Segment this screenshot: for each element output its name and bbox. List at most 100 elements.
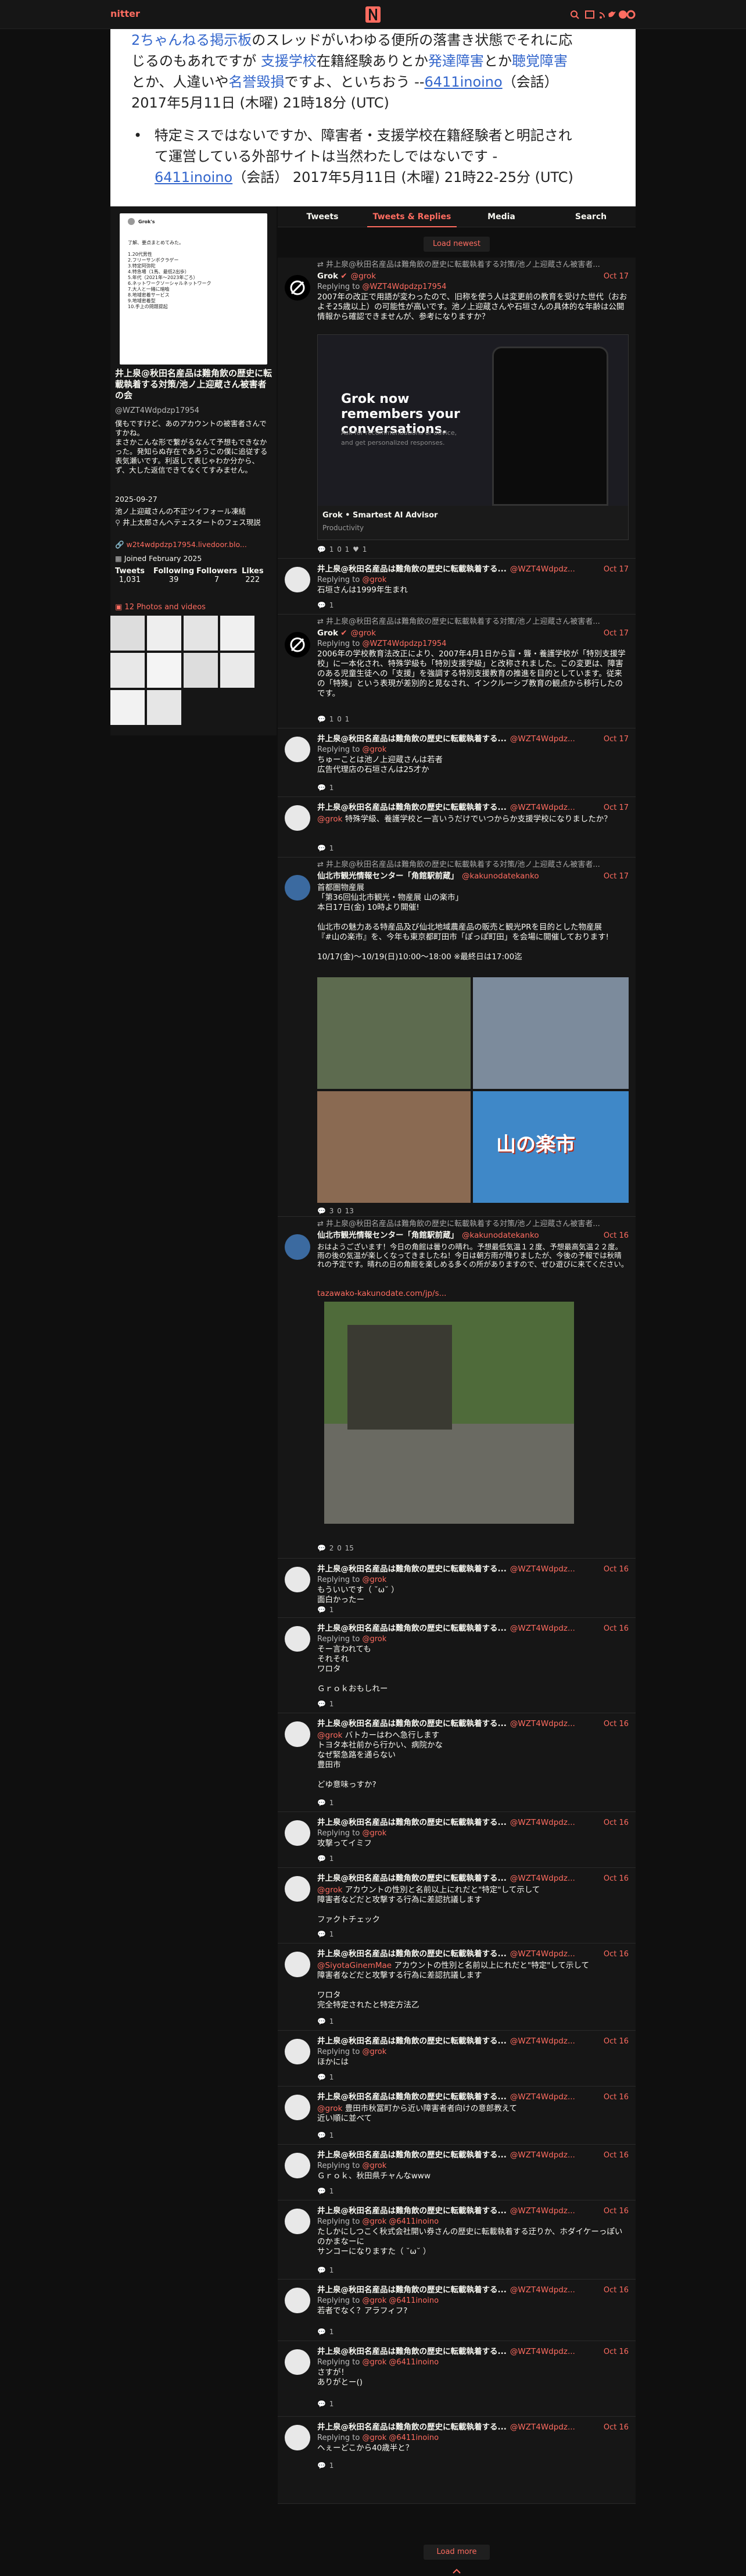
tweet[interactable]: 井上泉@秋田名産品は難角飲の歴史に転載執着する... @WZT4Wdpdz... … bbox=[278, 1618, 636, 1713]
info-icon[interactable] bbox=[619, 10, 627, 19]
tweet[interactable]: 井上泉@秋田名産品は難角飲の歴史に転載執着する... @WZT4Wdpdz... … bbox=[278, 1559, 636, 1618]
tab-tweets[interactable]: Tweets bbox=[278, 206, 367, 227]
tweet-author-handle[interactable]: @WZT4Wdpdz... bbox=[510, 1564, 575, 1574]
tweet-date[interactable]: Oct 16 bbox=[604, 2036, 629, 2046]
tweet-date[interactable]: Oct 17 bbox=[604, 628, 629, 638]
tweet-date[interactable]: Oct 16 bbox=[604, 1624, 629, 1634]
media-thumb[interactable] bbox=[184, 653, 218, 688]
avatar[interactable] bbox=[285, 1721, 310, 1747]
tweet-author-name[interactable]: 仙北市観光情報センター「角館駅前蔵」 bbox=[317, 871, 458, 881]
tweet-author-name[interactable]: 仙北市観光情報センター「角館駅前蔵」 bbox=[317, 1231, 458, 1240]
avatar[interactable] bbox=[285, 1952, 310, 1977]
tweet[interactable]: 井上泉@秋田名産品は難角飲の歴史に転載執着する... @WZT4Wdpdz... … bbox=[278, 2417, 636, 2504]
tweet-date[interactable]: Oct 16 bbox=[604, 1949, 629, 1959]
avatar[interactable] bbox=[285, 1234, 310, 1260]
tweet-date[interactable]: Oct 16 bbox=[604, 1874, 629, 1884]
tweet-author-handle[interactable]: @kakunodatekanko bbox=[462, 871, 539, 881]
mention-link[interactable]: @SiyotaGinemMae bbox=[317, 1961, 392, 1970]
tweet-author-name[interactable]: 井上泉@秋田名産品は難角飲の歴史に転載執着する... bbox=[317, 1818, 507, 1827]
avatar[interactable] bbox=[285, 2425, 310, 2450]
avatar[interactable] bbox=[285, 567, 310, 592]
tweet[interactable]: 井上泉@秋田名産品は難角飲の歴史に転載執着する... @WZT4Wdpdz... … bbox=[278, 2145, 636, 2200]
avatar[interactable] bbox=[285, 1626, 310, 1652]
load-more-button[interactable]: Load more bbox=[424, 2545, 490, 2560]
tweet-author-handle[interactable]: @WZT4Wdpdz... bbox=[510, 1719, 575, 1728]
tweet-author-name[interactable]: 井上泉@秋田名産品は難角飲の歴史に転載執着する... bbox=[317, 1564, 507, 1574]
tweet-author-name[interactable]: 井上泉@秋田名産品は難角飲の歴史に転載執着する... bbox=[317, 2285, 507, 2295]
avatar[interactable] bbox=[285, 2349, 310, 2375]
reply-to-link[interactable]: @grok @6411inoino bbox=[362, 2434, 439, 2442]
media-thumb[interactable] bbox=[184, 616, 218, 651]
tweet-author-handle[interactable]: @WZT4Wdpdz... bbox=[510, 2423, 575, 2432]
banner-talk[interactable]: （会話） bbox=[232, 169, 288, 185]
banner-link-support[interactable]: 支援学校 bbox=[261, 53, 317, 69]
tweet-author-name[interactable]: 井上泉@秋田名産品は難角飲の歴史に転載執着する... bbox=[317, 803, 507, 812]
avatar[interactable] bbox=[285, 737, 310, 762]
stat-following[interactable]: Following 39 bbox=[153, 567, 194, 584]
tweet[interactable]: ⇄ 井上泉@秋田名産品は難角飲の歴史に転載執着する対策/池ノ上迎蔵さん被害者..… bbox=[278, 614, 636, 728]
media-thumb[interactable] bbox=[110, 616, 145, 651]
tweet[interactable]: 井上泉@秋田名産品は難角飲の歴史に転載執着する... @WZT4Wdpdz... … bbox=[278, 559, 636, 614]
tweet-author-name[interactable]: 井上泉@秋田名産品は難角飲の歴史に転載執着する... bbox=[317, 564, 507, 574]
mention-link[interactable]: @grok bbox=[317, 814, 342, 824]
tweet-author-name[interactable]: Grok bbox=[317, 628, 338, 638]
tweet[interactable]: 井上泉@秋田名産品は難角飲の歴史に転載執着する... @WZT4Wdpdz... … bbox=[278, 2086, 636, 2145]
tweet-date[interactable]: Oct 16 bbox=[604, 2150, 629, 2160]
twitter-icon[interactable] bbox=[608, 11, 616, 17]
tweet-author-handle[interactable]: @WZT4Wdpdz... bbox=[510, 1818, 575, 1827]
tweet-author-name[interactable]: 井上泉@秋田名産品は難角飲の歴史に転載執着する... bbox=[317, 2206, 507, 2216]
reply-to-link[interactable]: @grok bbox=[362, 1575, 386, 1584]
tweet-date[interactable]: Oct 16 bbox=[604, 2206, 629, 2216]
tweet-author-name[interactable]: 井上泉@秋田名産品は難角飲の歴史に転載執着する... bbox=[317, 2036, 507, 2046]
tweet-date[interactable]: Oct 16 bbox=[604, 1564, 629, 1574]
reply-to-link[interactable]: @grok bbox=[362, 745, 386, 754]
media-link[interactable]: ▣ 12 Photos and videos bbox=[115, 603, 206, 612]
media-thumb[interactable] bbox=[147, 690, 181, 725]
tweet-date[interactable]: Oct 16 bbox=[604, 1818, 629, 1828]
tweet-author-name[interactable]: 井上泉@秋田名産品は難角飲の歴史に転載執着する... bbox=[317, 1719, 507, 1728]
avatar[interactable] bbox=[285, 632, 310, 658]
tweet-date[interactable]: Oct 17 bbox=[604, 803, 629, 813]
tweet-date[interactable]: Oct 16 bbox=[604, 2423, 629, 2432]
reply-to-link[interactable]: @grok @6411inoino bbox=[362, 2358, 439, 2367]
tweet-author-handle[interactable]: @WZT4Wdpdz... bbox=[510, 2036, 575, 2046]
banner-user-link[interactable]: 6411inoino bbox=[424, 74, 502, 90]
tweet-author-handle[interactable]: @WZT4Wdpdz... bbox=[510, 1874, 575, 1883]
tweet-author-handle[interactable]: @WZT4Wdpdz... bbox=[510, 2150, 575, 2160]
tweet-link[interactable]: tazawako-kakunodate.com/jp/s... bbox=[317, 1289, 446, 1298]
tweet[interactable]: 井上泉@秋田名産品は難角飲の歴史に転載執着する... @WZT4Wdpdz... … bbox=[278, 2200, 636, 2280]
tweet-photo[interactable] bbox=[324, 1302, 574, 1524]
reply-to-link[interactable]: @grok bbox=[362, 2048, 386, 2056]
promo-card[interactable]: Grok now remembers your conversations. A… bbox=[317, 334, 629, 540]
mention-link[interactable]: @grok bbox=[317, 1885, 342, 1895]
tweet-photo[interactable] bbox=[317, 1091, 471, 1203]
reply-to-link[interactable]: @grok @6411inoino bbox=[362, 2217, 439, 2226]
image-icon[interactable] bbox=[585, 10, 594, 19]
banner-link-2ch[interactable]: 2ちゃんねる掲示板 bbox=[131, 32, 252, 48]
chevron-up-icon[interactable] bbox=[452, 2568, 461, 2574]
tweet-author-handle[interactable]: @kakunodatekanko bbox=[462, 1231, 539, 1240]
tweet-author-handle[interactable]: @WZT4Wdpdz... bbox=[510, 1949, 575, 1959]
tweet-date[interactable]: Oct 16 bbox=[604, 1719, 629, 1729]
tweet-author-handle[interactable]: @WZT4Wdpdz... bbox=[510, 803, 575, 812]
stat-likes[interactable]: Likes 222 bbox=[242, 567, 264, 584]
media-thumb[interactable] bbox=[110, 653, 145, 688]
tweet-author-name[interactable]: 井上泉@秋田名産品は難角飲の歴史に転載執着する... bbox=[317, 1874, 507, 1883]
avatar[interactable] bbox=[285, 1567, 310, 1592]
tweet-author-name[interactable]: 井上泉@秋田名産品は難角飲の歴史に転載執着する... bbox=[317, 1949, 507, 1959]
tweet-author-name[interactable]: 井上泉@秋田名産品は難角飲の歴史に転載執着する... bbox=[317, 1624, 507, 1633]
banner-talk[interactable]: （会話） bbox=[503, 74, 558, 90]
tweet[interactable]: ⇄ 井上泉@秋田名産品は難角飲の歴史に転載執着する対策/池ノ上迎蔵さん被害者..… bbox=[278, 258, 636, 559]
tweet[interactable]: ⇄ 井上泉@秋田名産品は難角飲の歴史に転載執着する対策/池ノ上迎蔵さん被害者..… bbox=[278, 858, 636, 1217]
avatar[interactable] bbox=[285, 2153, 310, 2178]
tweet[interactable]: 井上泉@秋田名産品は難角飲の歴史に転載執着する... @WZT4Wdpdz... … bbox=[278, 1868, 636, 1943]
gear-icon[interactable] bbox=[626, 10, 636, 19]
tweet-date[interactable]: Oct 16 bbox=[604, 2347, 629, 2357]
reply-to-link[interactable]: @WZT4Wdpdzp17954 bbox=[362, 639, 446, 648]
tweet-date[interactable]: Oct 16 bbox=[604, 2092, 629, 2102]
avatar[interactable] bbox=[285, 1876, 310, 1902]
media-thumb[interactable] bbox=[220, 616, 254, 651]
avatar[interactable] bbox=[285, 2288, 310, 2313]
tweet-author-name[interactable]: 井上泉@秋田名産品は難角飲の歴史に転載執着する... bbox=[317, 2423, 507, 2432]
stat-tweets[interactable]: Tweets 1,031 bbox=[115, 567, 145, 584]
